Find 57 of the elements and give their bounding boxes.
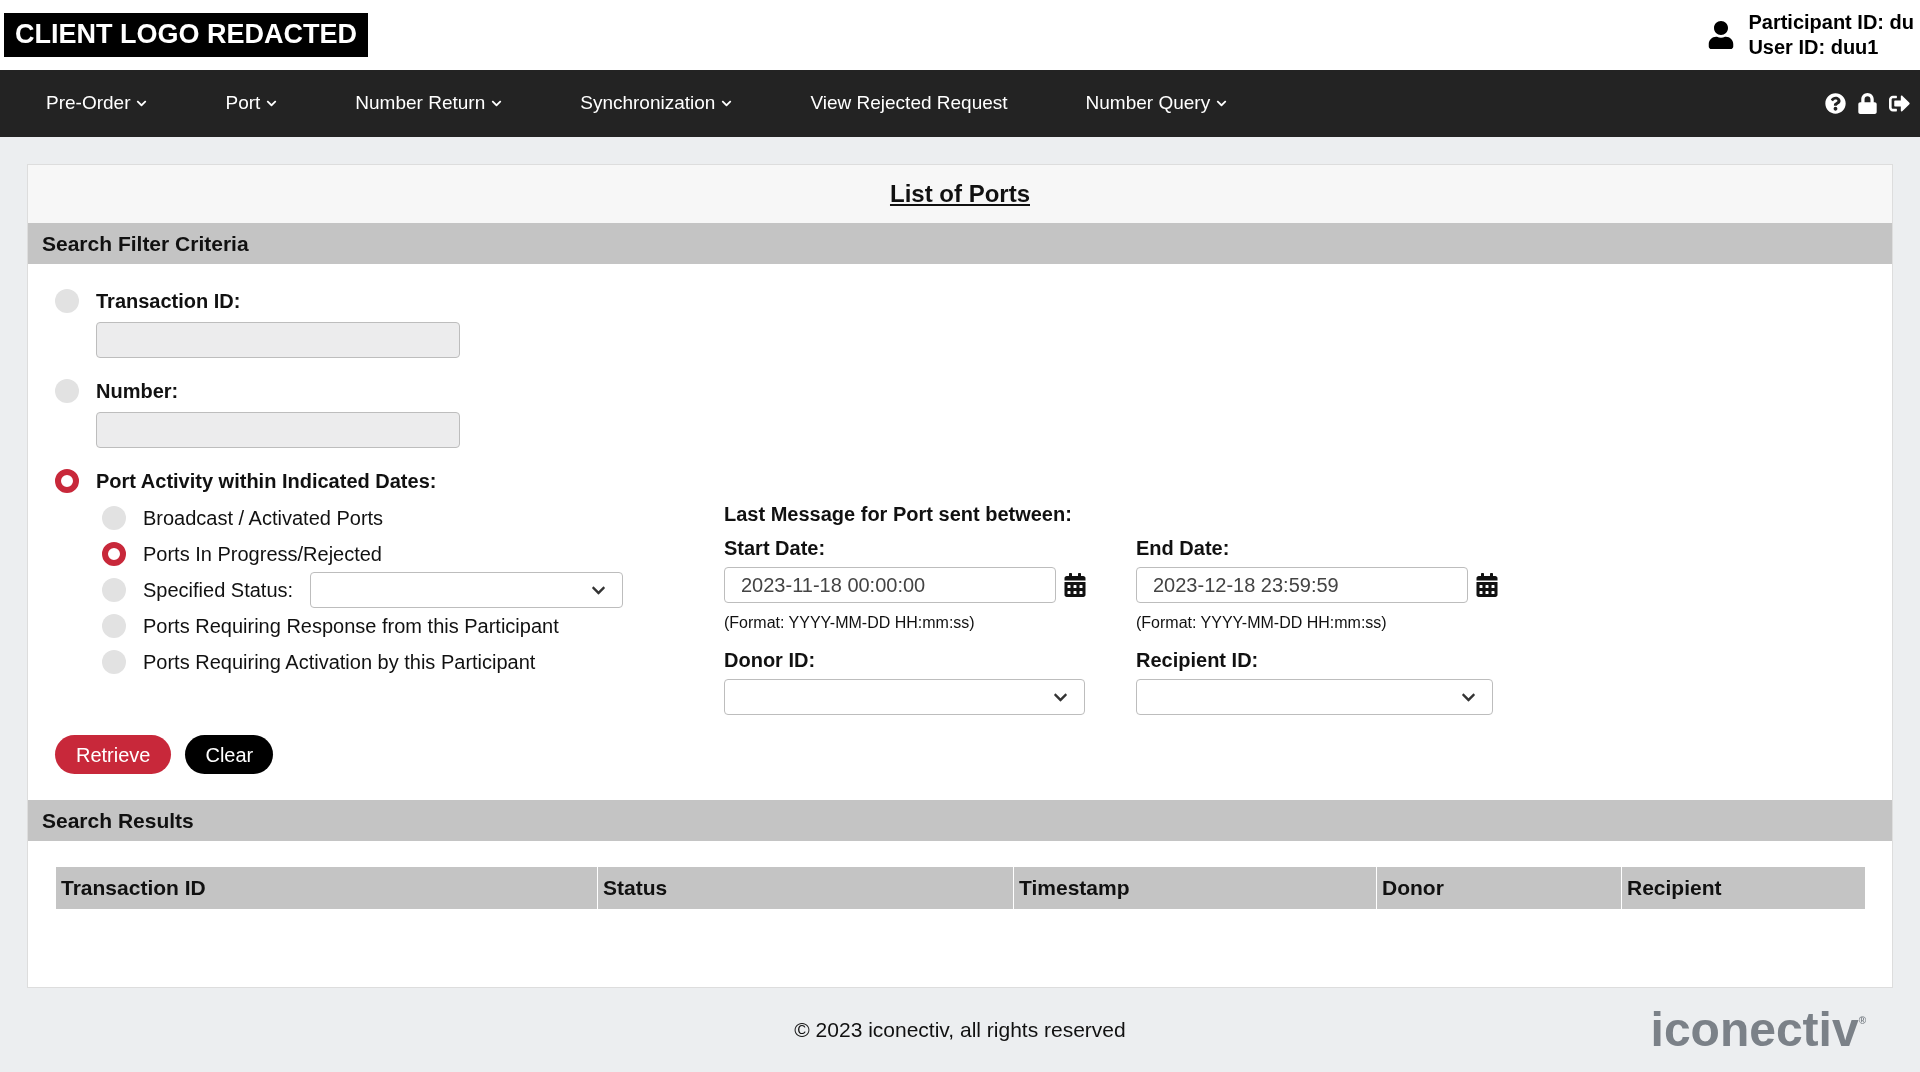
client-logo: CLIENT LOGO REDACTED <box>4 13 368 57</box>
option-label: Number: <box>96 379 179 404</box>
text-input[interactable] <box>96 322 460 358</box>
section-header: Search Filter Criteria <box>28 223 1892 264</box>
radio-button[interactable] <box>102 542 126 566</box>
nav-menu-item[interactable]: Port <box>225 89 278 118</box>
dropdown-select[interactable] <box>724 679 1085 715</box>
format-hint: (Format: YYYY-MM-DD HH:mm:ss) <box>724 613 976 633</box>
option-label: Transaction ID: <box>96 289 241 314</box>
participant-id: Participant ID: du <box>1748 10 1914 35</box>
column-header: Status <box>597 867 1013 909</box>
help-icon[interactable] <box>1825 93 1846 114</box>
page-title: List of Ports <box>890 179 1030 209</box>
column-header: Timestamp <box>1013 867 1376 909</box>
user-icon <box>1708 21 1735 49</box>
radio-button[interactable] <box>102 614 126 638</box>
copyright-text: © 2023 iconectiv, all rights reserved <box>794 1017 1126 1044</box>
radio-button[interactable] <box>55 289 79 313</box>
radio-button[interactable] <box>55 469 79 493</box>
calendar-icon[interactable] <box>1064 573 1086 597</box>
option-label: Port Activity within Indicated Dates: <box>96 469 437 494</box>
column-header: Transaction ID <box>55 867 597 909</box>
date-input[interactable]: 2023-11-18 00:00:00 <box>724 567 1056 603</box>
field-label: Recipient ID: <box>1136 648 1260 673</box>
date-input[interactable]: 2023-12-18 23:59:59 <box>1136 567 1468 603</box>
radio-button[interactable] <box>102 650 126 674</box>
nav-menu-item[interactable]: View Rejected Request <box>810 89 1008 118</box>
dates-heading: Last Message for Port sent between: <box>724 502 1073 527</box>
field-label: Donor ID: <box>724 648 817 673</box>
radio-button[interactable] <box>55 379 79 403</box>
field-label: End Date: <box>1136 536 1231 561</box>
option-label: Specified Status: <box>143 578 294 603</box>
dropdown-select[interactable] <box>1136 679 1493 715</box>
field-label: Start Date: <box>724 536 827 561</box>
brand-logo: iconectiv® <box>1650 1006 1866 1054</box>
lock-icon[interactable] <box>1858 93 1877 114</box>
option-label: Broadcast / Activated Ports <box>143 506 384 531</box>
calendar-icon[interactable] <box>1476 573 1498 597</box>
option-label: Ports Requiring Response from this Participant <box>143 614 559 639</box>
nav-menu-item[interactable]: Number Return <box>355 89 503 118</box>
logout-icon[interactable] <box>1889 93 1910 114</box>
user-id: User ID: duu1 <box>1748 35 1880 60</box>
radio-button[interactable] <box>102 578 126 602</box>
option-label: Ports In Progress/Rejected <box>143 542 382 567</box>
nav-menu-item[interactable]: Synchronization <box>580 89 733 118</box>
radio-button[interactable] <box>102 506 126 530</box>
column-header: Recipient <box>1621 867 1865 909</box>
format-hint: (Format: YYYY-MM-DD HH:mm:ss) <box>1136 613 1388 633</box>
option-label: Ports Requiring Activation by this Participant <box>143 650 536 675</box>
nav-menu-item[interactable]: Number Query <box>1085 89 1228 118</box>
text-input[interactable] <box>96 412 460 448</box>
retrieve-button[interactable]: Retrieve <box>55 735 172 774</box>
dropdown-select[interactable] <box>310 572 624 608</box>
column-header: Donor <box>1376 867 1621 909</box>
nav-menu-item[interactable]: Pre-Order <box>46 89 148 118</box>
clear-button[interactable]: Clear <box>185 735 274 774</box>
section-header: Search Results <box>28 800 1892 841</box>
